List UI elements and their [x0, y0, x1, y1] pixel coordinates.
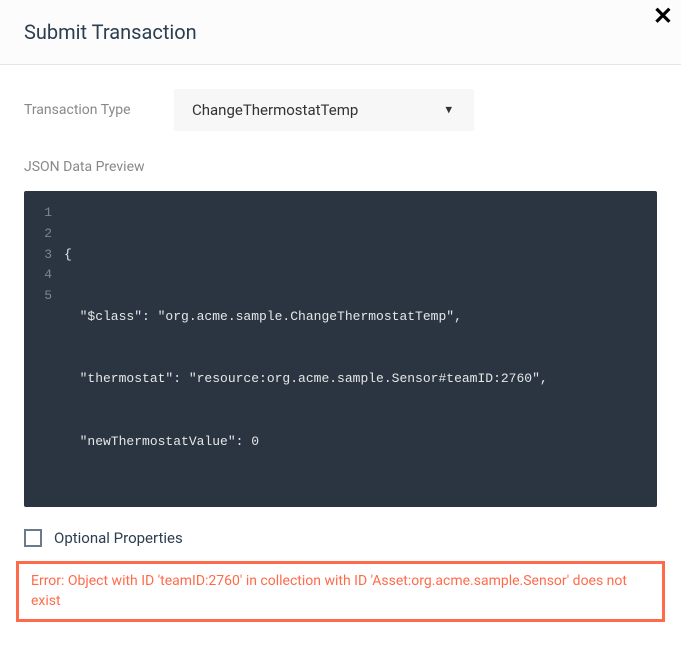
- json-editor[interactable]: 1 2 3 4 5 { "$class": "org.acme.sample.C…: [24, 191, 657, 507]
- transaction-type-row: Transaction Type ChangeThermostatTemp ▾: [24, 89, 657, 131]
- line-number: 3: [24, 245, 52, 266]
- code-line: "newThermostatValue": 0: [64, 432, 645, 453]
- transaction-type-value: ChangeThermostatTemp: [174, 89, 474, 131]
- code-content[interactable]: { "$class": "org.acme.sample.ChangeTherm…: [64, 203, 657, 495]
- line-number: 2: [24, 224, 52, 245]
- line-gutter: 1 2 3 4 5: [24, 203, 64, 495]
- transaction-type-select[interactable]: ChangeThermostatTemp ▾: [174, 89, 474, 131]
- optional-properties-row: Optional Properties: [24, 529, 657, 547]
- close-icon[interactable]: ✕: [653, 4, 673, 28]
- modal-header: Submit Transaction ✕: [0, 0, 681, 65]
- transaction-type-label: Transaction Type: [24, 102, 174, 118]
- line-number: 5: [24, 286, 52, 307]
- code-line: "thermostat": "resource:org.acme.sample.…: [64, 369, 645, 390]
- json-preview-label: JSON Data Preview: [24, 159, 657, 175]
- modal-content: Transaction Type ChangeThermostatTemp ▾ …: [0, 65, 681, 646]
- line-number: 1: [24, 203, 52, 224]
- optional-properties-label: Optional Properties: [54, 529, 183, 547]
- code-line: {: [64, 245, 645, 266]
- modal-title: Submit Transaction: [24, 20, 657, 44]
- code-line: "$class": "org.acme.sample.ChangeThermos…: [64, 307, 645, 328]
- line-number: 4: [24, 265, 52, 286]
- code-line: }: [64, 494, 645, 495]
- optional-properties-checkbox[interactable]: [24, 529, 42, 547]
- error-message: Error: Object with ID 'teamID:2760' in c…: [16, 561, 665, 622]
